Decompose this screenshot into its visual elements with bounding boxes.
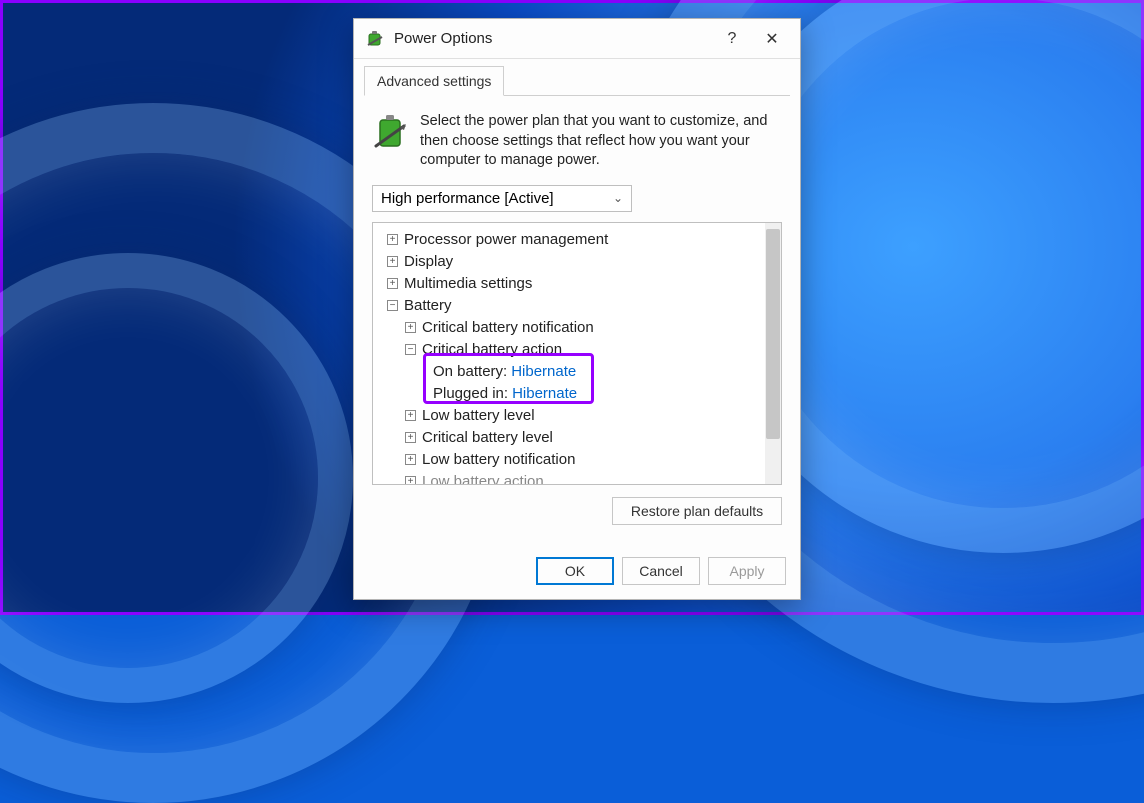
tree-node[interactable]: + Processor power management — [387, 229, 781, 251]
scrollbar-thumb[interactable] — [766, 229, 780, 439]
restore-defaults-button[interactable]: Restore plan defaults — [612, 497, 782, 525]
tree-node-label: Processor power management — [404, 231, 608, 248]
expand-icon[interactable]: + — [405, 476, 416, 485]
expand-icon[interactable]: + — [405, 454, 416, 465]
tree-node-label: Critical battery notification — [422, 319, 594, 336]
tree-node-label: Low battery action — [422, 473, 544, 485]
tree-node[interactable]: + Critical battery notification — [405, 317, 781, 339]
dialog-title: Power Options — [394, 30, 712, 47]
ok-button[interactable]: OK — [536, 557, 614, 585]
cancel-button[interactable]: Cancel — [622, 557, 700, 585]
expand-icon[interactable]: + — [405, 410, 416, 421]
tree-node-label: Multimedia settings — [404, 275, 532, 292]
tree-node[interactable]: + Display — [387, 251, 781, 273]
intro-text: Select the power plan that you want to c… — [420, 112, 782, 171]
tree-node[interactable]: + Multimedia settings — [387, 273, 781, 295]
tree-node-label: Battery — [404, 297, 452, 314]
power-options-dialog: Power Options ? ✕ Advanced settings Sele… — [353, 18, 801, 600]
scrollbar[interactable] — [765, 223, 781, 484]
setting-label: On battery: — [433, 363, 507, 380]
power-plan-selected: High performance [Active] — [381, 190, 554, 207]
battery-large-icon — [374, 112, 410, 171]
collapse-icon[interactable]: − — [405, 344, 416, 355]
battery-icon — [366, 29, 386, 49]
tree-node[interactable]: + Low battery action — [405, 471, 781, 485]
expand-icon[interactable]: + — [387, 256, 398, 267]
tab-strip: Advanced settings — [364, 65, 790, 96]
collapse-icon[interactable]: − — [387, 300, 398, 311]
tree-node-label: Low battery notification — [422, 451, 575, 468]
titlebar[interactable]: Power Options ? ✕ — [354, 19, 800, 59]
help-button[interactable]: ? — [712, 30, 752, 48]
tab-advanced-settings[interactable]: Advanced settings — [364, 66, 504, 96]
tree-node[interactable]: + Critical battery level — [405, 427, 781, 449]
tree-leaf[interactable]: On battery:Hibernate — [433, 361, 781, 383]
tree-node-label: Display — [404, 253, 453, 270]
tree-node[interactable]: −Critical battery action — [405, 339, 781, 361]
setting-label: Plugged in: — [433, 385, 508, 402]
setting-value[interactable]: Hibernate — [511, 363, 576, 380]
tree-node-label: Low battery level — [422, 407, 535, 424]
expand-icon[interactable]: + — [387, 234, 398, 245]
expand-icon[interactable]: + — [405, 432, 416, 443]
power-plan-dropdown[interactable]: High performance [Active] ⌄ — [372, 185, 632, 212]
settings-tree: + Processor power management + Display + Mult… — [372, 222, 782, 485]
apply-button[interactable]: Apply — [708, 557, 786, 585]
tree-node[interactable]: + Low battery level — [405, 405, 781, 427]
tree-node[interactable]: + Low battery notification — [405, 449, 781, 471]
tree-node[interactable]: −Battery — [387, 295, 781, 317]
tree-node-label: Critical battery level — [422, 429, 553, 446]
setting-value[interactable]: Hibernate — [512, 385, 577, 402]
dialog-footer: OK Cancel Apply — [354, 545, 800, 599]
close-button[interactable]: ✕ — [752, 29, 792, 49]
expand-icon[interactable]: + — [387, 278, 398, 289]
tree-leaf[interactable]: Plugged in:Hibernate — [433, 383, 781, 405]
tree-node-label: Critical battery action — [422, 341, 562, 358]
chevron-down-icon: ⌄ — [613, 191, 623, 205]
expand-icon[interactable]: + — [405, 322, 416, 333]
